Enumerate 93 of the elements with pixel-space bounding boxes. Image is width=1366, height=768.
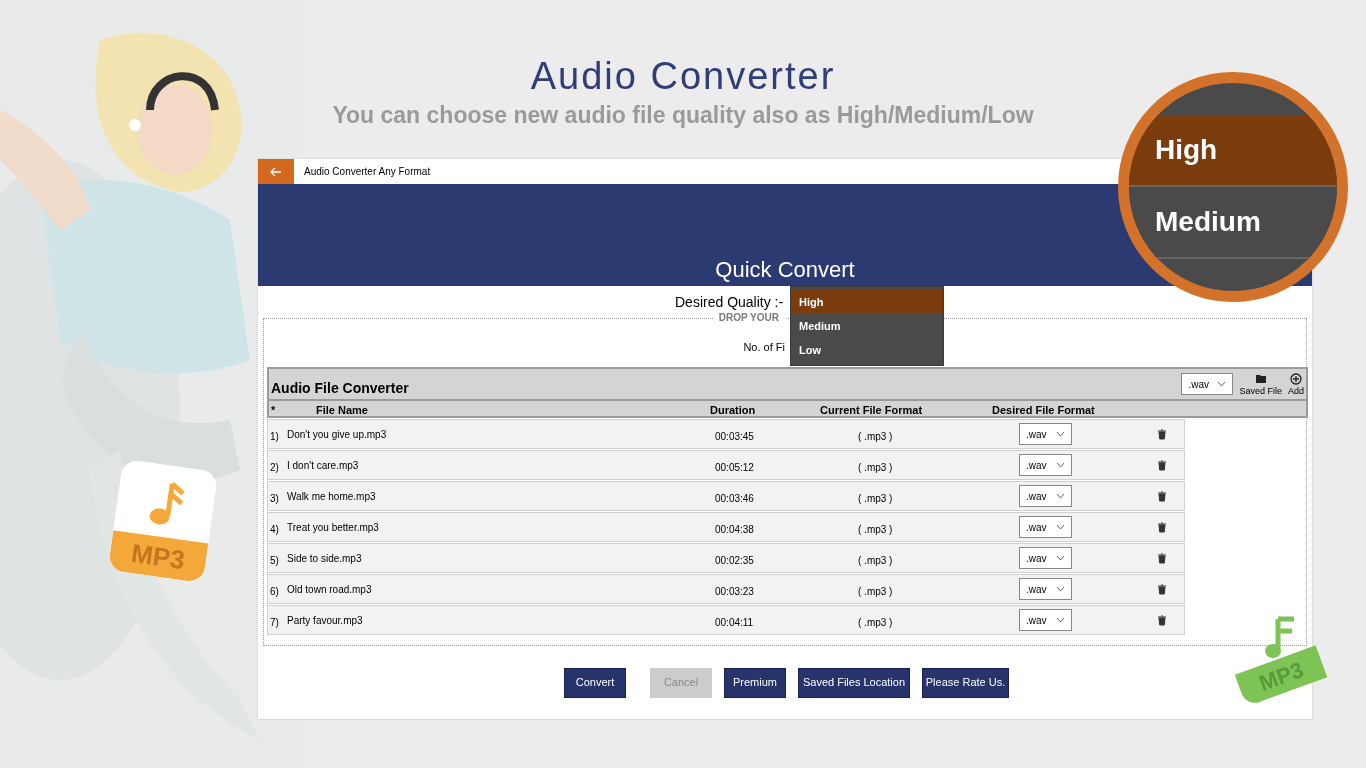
chevron-down-icon xyxy=(1056,431,1065,437)
file-row[interactable]: 1) Don't you give up.mp3 00:03:45 ( .mp3 ) .wav xyxy=(267,419,1185,449)
file-name: Party favour.mp3 xyxy=(287,614,363,628)
action-button[interactable]: Saved Files Location xyxy=(798,667,910,698)
converter-title: Audio File Converter xyxy=(271,378,409,398)
file-duration: 00:04:11 xyxy=(715,616,754,630)
file-duration: 00:03:23 xyxy=(715,585,754,599)
trash-icon xyxy=(1157,491,1167,502)
row-number: 1) xyxy=(270,430,279,444)
format-select[interactable]: .wav xyxy=(1181,373,1234,395)
row-number: 3) xyxy=(270,492,279,506)
file-format: ( .mp3 ) xyxy=(858,492,893,506)
delete-button[interactable] xyxy=(1157,553,1167,564)
plus-circle-icon xyxy=(1290,372,1302,385)
file-duration: 00:03:46 xyxy=(715,492,754,506)
chevron-down-icon xyxy=(1056,493,1065,499)
chevron-down-icon xyxy=(1217,381,1227,387)
desired-format-select[interactable]: .wav xyxy=(1019,547,1072,569)
column-header: * xyxy=(271,403,276,418)
trash-icon xyxy=(1157,615,1167,626)
add-button[interactable]: Add xyxy=(1288,372,1304,396)
file-row[interactable]: 2) I don't care.mp3 00:05:12 ( .mp3 ) .wav xyxy=(267,450,1185,480)
trash-icon xyxy=(1157,584,1167,595)
file-format: ( .mp3 ) xyxy=(858,585,893,599)
quality-option[interactable]: Low xyxy=(791,338,943,362)
quality-option[interactable]: High xyxy=(791,290,943,314)
drop-zone-legend: DROP YOUR xyxy=(712,312,785,324)
delete-button[interactable] xyxy=(1157,491,1167,502)
file-row[interactable]: 3) Walk me home.mp3 00:03:46 ( .mp3 ) .wav xyxy=(267,481,1185,511)
delete-button[interactable] xyxy=(1157,522,1167,533)
desired-format-select[interactable]: .wav xyxy=(1019,454,1072,476)
file-name: Walk me home.mp3 xyxy=(287,490,376,504)
column-header: File Name xyxy=(316,403,368,418)
action-button[interactable]: Premium xyxy=(724,667,786,698)
delete-button[interactable] xyxy=(1157,429,1167,440)
file-name: Side to side.mp3 xyxy=(287,552,362,566)
quality-label: Desired Quality :- xyxy=(675,292,784,312)
trash-icon xyxy=(1157,429,1167,440)
row-number: 2) xyxy=(270,461,279,475)
quality-option[interactable]: Medium xyxy=(791,314,943,338)
trash-icon xyxy=(1157,460,1167,471)
file-row[interactable]: 6) Old town road.mp3 00:03:23 ( .mp3 ) .wav xyxy=(267,574,1185,604)
promo-subtitle: You can choose new audio file quality also as High/Medium/Low xyxy=(332,101,1034,129)
magnified-option: High xyxy=(1129,115,1337,187)
chevron-down-icon xyxy=(1056,524,1065,530)
file-name: Don't you give up.mp3 xyxy=(287,428,387,442)
chevron-down-icon xyxy=(1056,555,1065,561)
header-title: Quick Convert xyxy=(715,256,855,284)
file-row[interactable]: 4) Treat you better.mp3 00:04:38 ( .mp3 ) .wav xyxy=(267,512,1185,542)
file-format: ( .mp3 ) xyxy=(858,554,893,568)
file-duration: 00:04:38 xyxy=(715,523,754,537)
row-number: 6) xyxy=(270,585,279,599)
saved-file-button[interactable]: Saved File xyxy=(1239,372,1282,396)
file-name: Old town road.mp3 xyxy=(287,583,372,597)
file-duration: 00:02:35 xyxy=(715,554,754,568)
row-number: 7) xyxy=(270,616,279,630)
desired-format-select[interactable]: .wav xyxy=(1019,423,1072,445)
column-header: Duration xyxy=(710,403,756,418)
chevron-down-icon xyxy=(1056,586,1065,592)
file-duration: 00:05:12 xyxy=(715,461,754,475)
file-format: ( .mp3 ) xyxy=(858,616,893,630)
chevron-down-icon xyxy=(1056,462,1065,468)
action-button[interactable]: Please Rate Us. xyxy=(922,667,1009,698)
window-title: Audio Converter Any Format xyxy=(304,165,431,179)
file-format: ( .mp3 ) xyxy=(858,461,893,475)
file-row[interactable]: 5) Side to side.mp3 00:02:35 ( .mp3 ) .wav xyxy=(267,543,1185,573)
magnified-option: Medium xyxy=(1129,187,1337,259)
file-format: ( .mp3 ) xyxy=(858,523,893,537)
delete-button[interactable] xyxy=(1157,460,1167,471)
back-button[interactable] xyxy=(258,159,294,184)
row-number: 5) xyxy=(270,554,279,568)
delete-button[interactable] xyxy=(1157,584,1167,595)
desired-format-select[interactable]: .wav xyxy=(1019,485,1072,507)
trash-icon xyxy=(1157,522,1167,533)
column-header: Desired File Format xyxy=(992,403,1095,418)
action-button[interactable]: Convert xyxy=(564,667,626,698)
file-duration: 00:03:45 xyxy=(715,430,754,444)
file-name: Treat you better.mp3 xyxy=(287,521,379,535)
file-name: I don't care.mp3 xyxy=(287,459,359,473)
delete-button[interactable] xyxy=(1157,615,1167,626)
file-count-label: No. of Fi xyxy=(743,340,785,354)
file-row[interactable]: 7) Party favour.mp3 00:04:11 ( .mp3 ) .wav xyxy=(267,605,1185,635)
chevron-down-icon xyxy=(1056,617,1065,623)
file-format: ( .mp3 ) xyxy=(858,430,893,444)
trash-icon xyxy=(1157,553,1167,564)
desired-format-select[interactable]: .wav xyxy=(1019,516,1072,538)
desired-format-select[interactable]: .wav xyxy=(1019,578,1072,600)
row-number: 4) xyxy=(270,523,279,537)
folder-icon xyxy=(1254,372,1267,384)
promo-title: Audio Converter xyxy=(530,54,836,99)
back-arrow-icon xyxy=(270,166,282,177)
column-header: Current File Format xyxy=(820,403,923,418)
desired-format-select[interactable]: .wav xyxy=(1019,609,1072,631)
